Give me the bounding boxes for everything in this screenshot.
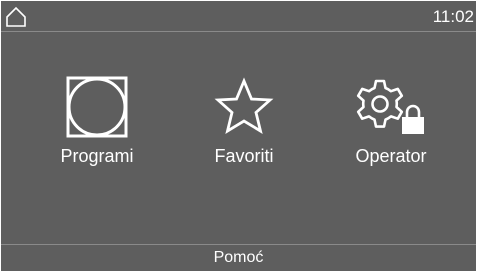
operator-label: Operator (355, 146, 427, 166)
lock-icon (402, 104, 424, 134)
drum-icon (66, 76, 128, 138)
star-icon (214, 77, 274, 134)
favorites-label: Favoriti (214, 146, 274, 166)
favorites-button[interactable]: Favoriti (179, 75, 309, 185)
help-button[interactable]: Pomoć (1, 244, 476, 271)
clock: 11:02 (432, 7, 474, 26)
gear-lock-icon (356, 79, 424, 134)
help-label: Pomoć (213, 249, 264, 266)
programs-button[interactable]: Programi (32, 75, 162, 185)
home-icon[interactable] (5, 6, 27, 28)
operator-button[interactable]: Operator (326, 75, 456, 185)
gear-icon (356, 79, 404, 128)
programs-label: Programi (60, 146, 134, 166)
control-panel-screen: 11:02 Programi Favoriti Operator Pomoć (1, 1, 476, 271)
status-bar: 11:02 (1, 1, 476, 32)
